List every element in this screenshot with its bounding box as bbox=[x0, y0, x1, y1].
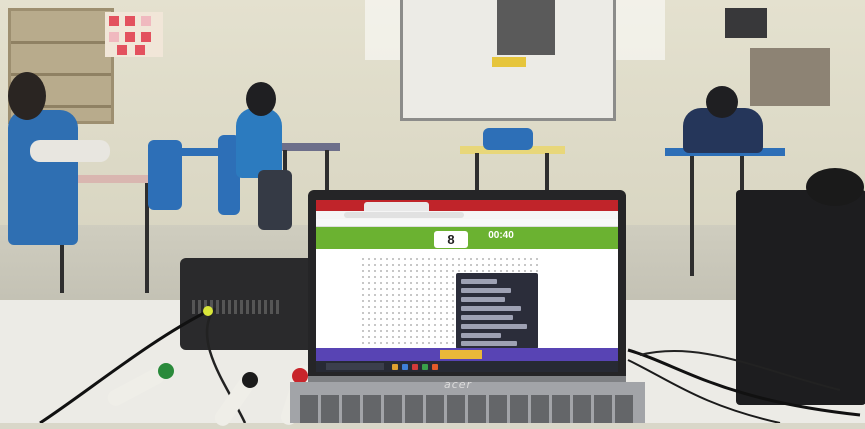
context-menu-item[interactable] bbox=[461, 306, 521, 311]
context-menu-item[interactable] bbox=[461, 297, 505, 302]
bookmarks-bar bbox=[316, 219, 618, 227]
taskbar-app-icon[interactable] bbox=[432, 364, 438, 370]
chair bbox=[483, 128, 533, 150]
context-menu-item[interactable] bbox=[461, 341, 517, 346]
laptop-brand-logo: acer bbox=[444, 378, 473, 391]
desk-leg bbox=[545, 153, 549, 191]
projected-yellow-bar bbox=[492, 57, 526, 67]
desk bbox=[180, 148, 240, 156]
context-menu[interactable] bbox=[456, 273, 538, 349]
desk-leg bbox=[475, 153, 479, 191]
url-input[interactable] bbox=[344, 212, 464, 218]
timer-value: 00:40 bbox=[488, 230, 514, 241]
taskbar-app-icon[interactable] bbox=[412, 364, 418, 370]
taskbar-app-icon[interactable] bbox=[402, 364, 408, 370]
student-legs bbox=[258, 170, 292, 230]
timer: 00:40 bbox=[484, 230, 518, 249]
student-head bbox=[246, 82, 276, 116]
context-menu-item[interactable] bbox=[461, 279, 497, 284]
student-body bbox=[236, 108, 282, 178]
student-body bbox=[8, 110, 78, 245]
taskbar-search[interactable] bbox=[326, 363, 384, 370]
keyboard bbox=[300, 395, 635, 423]
marker-cap bbox=[242, 372, 258, 388]
chair bbox=[148, 140, 182, 210]
desk-leg bbox=[690, 156, 694, 276]
wall-poster bbox=[105, 12, 163, 57]
context-menu-item[interactable] bbox=[461, 288, 511, 293]
student-head bbox=[8, 72, 46, 120]
wall-panel bbox=[725, 8, 767, 38]
context-menu-item[interactable] bbox=[461, 333, 501, 338]
context-menu-item[interactable] bbox=[461, 315, 513, 320]
context-menu-item[interactable] bbox=[461, 324, 527, 329]
projected-context-menu bbox=[497, 0, 555, 55]
wall-unit bbox=[750, 48, 830, 106]
browser-tab-bar bbox=[316, 200, 618, 211]
game-action-button[interactable] bbox=[440, 350, 482, 359]
marker-cap bbox=[158, 363, 174, 379]
score-box: 8 bbox=[434, 231, 468, 248]
mouse bbox=[806, 168, 864, 206]
laptop-display: 8 00:40 bbox=[316, 200, 618, 372]
taskbar-app-icon[interactable] bbox=[392, 364, 398, 370]
browser-tab[interactable] bbox=[364, 202, 429, 211]
student-head bbox=[706, 86, 738, 118]
taskbar-app-icon[interactable] bbox=[422, 364, 428, 370]
student-arm bbox=[30, 140, 110, 162]
